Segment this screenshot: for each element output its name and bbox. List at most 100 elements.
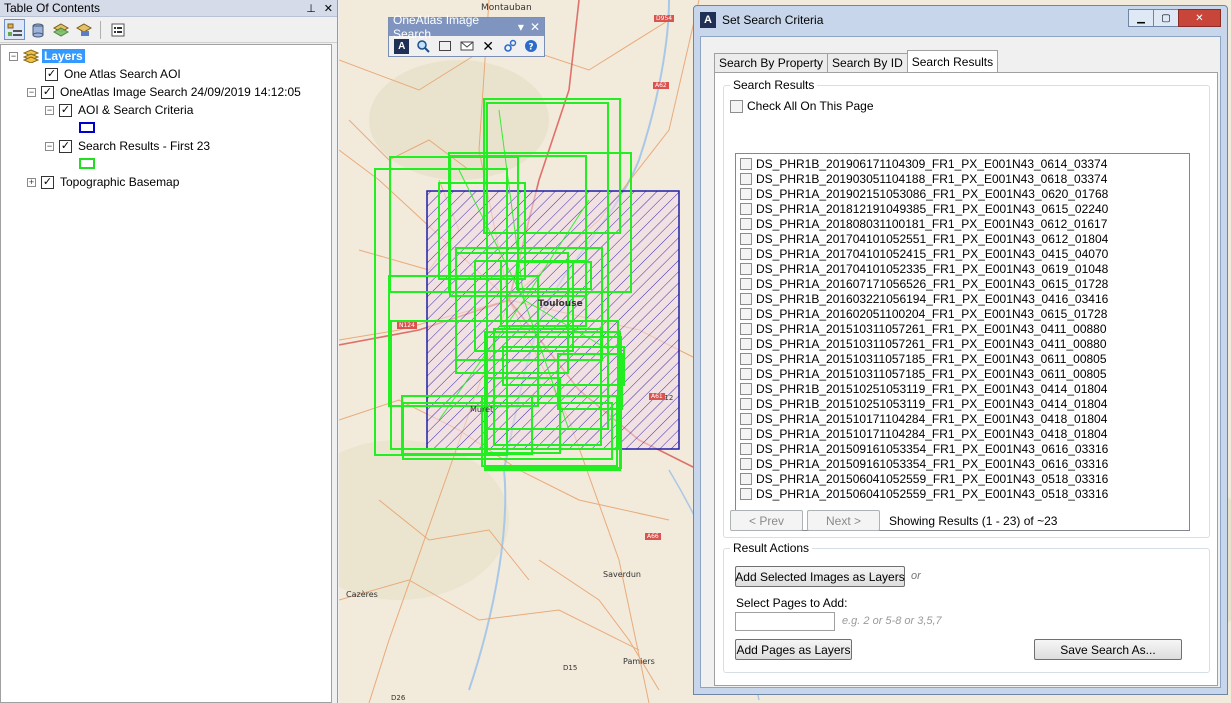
list-by-selection-icon[interactable] — [73, 19, 94, 40]
layer-visibility-checkbox[interactable]: ✓ — [45, 67, 58, 81]
list-by-source-icon[interactable] — [27, 19, 48, 40]
search-results-group-title: Search Results — [730, 78, 818, 92]
check-all-checkbox[interactable] — [730, 99, 743, 113]
result-row[interactable]: DS_PHR1A_201509161053354_FR1_PX_E001N43_… — [736, 456, 1189, 471]
layer-one-atlas-search-aoi[interactable]: ✓ One Atlas Search AOI — [45, 65, 181, 83]
result-row[interactable]: DS_PHR1B_201603221056194_FR1_PX_E001N43_… — [736, 291, 1189, 306]
result-checkbox[interactable] — [740, 337, 752, 350]
result-checkbox[interactable] — [740, 382, 752, 395]
pin-icon[interactable]: ⊥ — [306, 2, 316, 15]
dropdown-icon[interactable]: ▾ — [518, 20, 524, 34]
result-row[interactable]: DS_PHR1B_201510251053119_FR1_PX_E001N43_… — [736, 396, 1189, 411]
dialog-titlebar[interactable]: A Set Search Criteria ▁ ▢ ✕ — [694, 6, 1227, 34]
result-row[interactable]: DS_PHR1A_201602051100204_FR1_PX_E001N43_… — [736, 306, 1189, 321]
result-row[interactable]: DS_PHR1B_201906171104309_FR1_PX_E001N43_… — [736, 156, 1189, 171]
tab-search-results[interactable]: Search Results — [906, 50, 999, 72]
result-row[interactable]: DS_PHR1A_201510311057261_FR1_PX_E001N43_… — [736, 336, 1189, 351]
result-row[interactable]: DS_PHR1A_201510311057261_FR1_PX_E001N43_… — [736, 321, 1189, 336]
result-row[interactable]: DS_PHR1A_201510171104284_FR1_PX_E001N43_… — [736, 411, 1189, 426]
rectangle-icon[interactable] — [436, 38, 454, 54]
clear-icon[interactable]: ✕ — [479, 38, 497, 54]
pages-input[interactable] — [735, 612, 835, 631]
result-row[interactable]: DS_PHR1A_201808031100181_FR1_PX_E001N43_… — [736, 216, 1189, 231]
oneatlas-toolbar-header[interactable]: OneAtlas Image Search ▾ ✕ — [389, 13, 544, 41]
result-checkbox[interactable] — [740, 457, 752, 470]
list-by-visibility-icon[interactable] — [50, 19, 71, 40]
layer-aoi-search-criteria[interactable]: − ✓ AOI & Search Criteria — [45, 101, 193, 119]
result-checkbox[interactable] — [740, 217, 752, 230]
list-by-drawing-order-icon[interactable] — [4, 19, 25, 40]
result-row[interactable]: DS_PHR1A_201902151053086_FR1_PX_E001N43_… — [736, 186, 1189, 201]
result-checkbox[interactable] — [740, 442, 752, 455]
toc-titlebar: Table Of Contents ⊥ ✕ — [0, 0, 337, 17]
result-checkbox[interactable] — [740, 487, 752, 500]
next-page-button[interactable]: Next > — [807, 510, 880, 531]
layer-topographic-basemap[interactable]: + ✓ Topographic Basemap — [27, 173, 179, 191]
result-row[interactable]: DS_PHR1B_201903051104188_FR1_PX_E001N43_… — [736, 171, 1189, 186]
layer-visibility-checkbox[interactable]: ✓ — [59, 139, 72, 153]
result-row[interactable]: DS_PHR1A_201506041052559_FR1_PX_E001N43_… — [736, 486, 1189, 501]
zoom-icon[interactable] — [415, 38, 433, 54]
result-checkbox[interactable] — [740, 157, 752, 170]
collapse-icon[interactable]: − — [45, 105, 54, 115]
add-pages-as-layers-button[interactable]: Add Pages as Layers — [735, 639, 852, 660]
result-row[interactable]: DS_PHR1A_201509161053354_FR1_PX_E001N43_… — [736, 441, 1189, 456]
results-listbox[interactable]: DS_PHR1B_201906171104309_FR1_PX_E001N43_… — [735, 153, 1190, 531]
result-checkbox[interactable] — [740, 262, 752, 275]
result-row[interactable]: DS_PHR1A_201607171056526_FR1_PX_E001N43_… — [736, 276, 1189, 291]
close-icon[interactable]: ✕ — [1178, 9, 1221, 27]
envelope-icon[interactable] — [458, 38, 476, 54]
result-row[interactable]: DS_PHR1A_201510311057185_FR1_PX_E001N43_… — [736, 351, 1189, 366]
help-icon[interactable]: ? — [522, 38, 540, 54]
result-row[interactable]: DS_PHR1A_201510311057185_FR1_PX_E001N43_… — [736, 366, 1189, 381]
result-checkbox[interactable] — [740, 232, 752, 245]
result-checkbox[interactable] — [740, 187, 752, 200]
toc-close-icon[interactable]: ✕ — [324, 2, 333, 15]
prev-page-button[interactable]: < Prev — [730, 510, 803, 531]
options-icon[interactable] — [107, 19, 128, 40]
result-label: DS_PHR1A_201506041052559_FR1_PX_E001N43_… — [756, 471, 1109, 486]
oneatlas-logo-icon[interactable]: A — [393, 38, 411, 54]
save-search-as-button[interactable]: Save Search As... — [1034, 639, 1182, 660]
close-icon[interactable]: ✕ — [530, 20, 540, 34]
collapse-icon[interactable]: − — [45, 141, 54, 151]
result-row[interactable]: DS_PHR1A_201704101052415_FR1_PX_E001N43_… — [736, 246, 1189, 261]
result-checkbox[interactable] — [740, 412, 752, 425]
layer-group-oneatlas-image-search[interactable]: − ✓ OneAtlas Image Search 24/09/2019 14:… — [27, 83, 301, 101]
minimize-icon[interactable]: ▁ — [1128, 9, 1154, 27]
result-checkbox[interactable] — [740, 352, 752, 365]
layer-visibility-checkbox[interactable]: ✓ — [59, 103, 72, 117]
result-row[interactable]: DS_PHR1A_201510171104284_FR1_PX_E001N43_… — [736, 426, 1189, 441]
result-checkbox[interactable] — [740, 307, 752, 320]
result-checkbox[interactable] — [740, 397, 752, 410]
check-all-row[interactable]: Check All On This Page — [730, 99, 874, 113]
set-search-criteria-dialog: A Set Search Criteria ▁ ▢ ✕ Search By Pr… — [693, 5, 1228, 695]
collapse-icon[interactable]: − — [27, 87, 36, 97]
result-checkbox[interactable] — [740, 427, 752, 440]
result-checkbox[interactable] — [740, 292, 752, 305]
tab-search-by-property[interactable]: Search By Property — [714, 53, 829, 72]
result-row[interactable]: DS_PHR1A_201506041052559_FR1_PX_E001N43_… — [736, 471, 1189, 486]
result-row[interactable]: DS_PHR1A_201812191049385_FR1_PX_E001N43_… — [736, 201, 1189, 216]
maximize-icon[interactable]: ▢ — [1153, 9, 1179, 27]
layers-root[interactable]: − Layers — [9, 47, 85, 65]
result-checkbox[interactable] — [740, 472, 752, 485]
layer-search-results[interactable]: − ✓ Search Results - First 23 — [45, 137, 210, 155]
result-label: DS_PHR1A_201704101052551_FR1_PX_E001N43_… — [756, 231, 1109, 246]
result-checkbox[interactable] — [740, 202, 752, 215]
result-checkbox[interactable] — [740, 172, 752, 185]
collapse-icon[interactable]: − — [9, 51, 18, 61]
result-checkbox[interactable] — [740, 367, 752, 380]
layer-visibility-checkbox[interactable]: ✓ — [41, 175, 54, 189]
settings-icon[interactable] — [501, 38, 519, 54]
result-row[interactable]: DS_PHR1B_201510251053119_FR1_PX_E001N43_… — [736, 381, 1189, 396]
result-checkbox[interactable] — [740, 322, 752, 335]
tab-search-by-id[interactable]: Search By ID — [827, 53, 908, 72]
expand-icon[interactable]: + — [27, 177, 36, 187]
result-checkbox[interactable] — [740, 277, 752, 290]
add-selected-images-button[interactable]: Add Selected Images as Layers — [735, 566, 905, 587]
result-checkbox[interactable] — [740, 247, 752, 260]
layer-visibility-checkbox[interactable]: ✓ — [41, 85, 54, 99]
result-row[interactable]: DS_PHR1A_201704101052551_FR1_PX_E001N43_… — [736, 231, 1189, 246]
result-row[interactable]: DS_PHR1A_201704101052335_FR1_PX_E001N43_… — [736, 261, 1189, 276]
